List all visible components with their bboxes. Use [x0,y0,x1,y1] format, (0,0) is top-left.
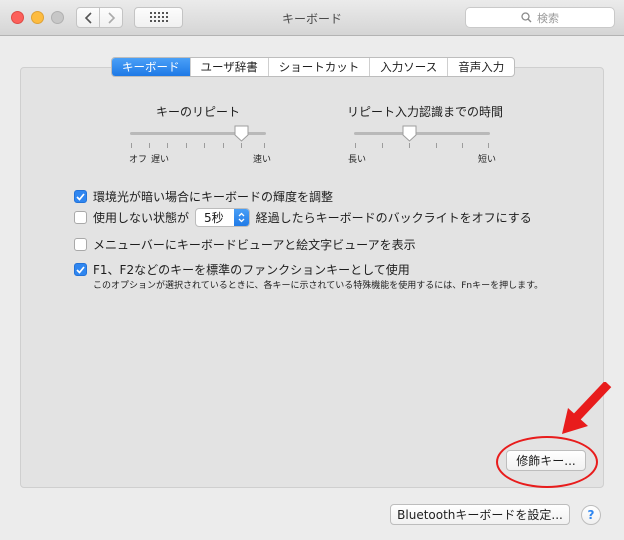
backlight-off-label-before: 使用しない状態が [93,211,190,225]
red-arrow-icon [562,382,612,434]
backlight-off-checkbox[interactable] [74,211,87,224]
key-repeat-fast-label: 速い [253,155,272,165]
highlight-ellipse [496,436,598,488]
show-viewer-option[interactable]: メニューバーにキーボードビューアと絵文字ビューアを表示 [74,236,416,253]
auto-brightness-checkbox[interactable] [74,190,87,203]
tick [462,143,463,148]
fn-keys-note: このオプションが選択されているときに、各キーに示されている特殊機能を使用するには… [93,281,544,291]
tick [186,143,187,148]
bluetooth-setup-button[interactable]: Bluetoothキーボードを設定... [390,504,570,525]
tick [355,143,356,148]
repeat-delay-track[interactable] [354,132,490,135]
backlight-off-option[interactable]: 使用しない状態が 5秒 経過したらキーボードのバックライトをオフにする [74,208,532,227]
tick [204,143,205,148]
tick [167,143,168,148]
auto-brightness-option[interactable]: 環境光が暗い場合にキーボードの輝度を調整 [74,188,333,205]
tab-keyboard[interactable]: キーボード [112,58,190,76]
backlight-off-label-after: 経過したらキーボードのバックライトをオフにする [255,211,532,225]
tick [409,143,410,148]
show-viewer-label: メニューバーにキーボードビューアと絵文字ビューアを表示 [93,238,416,252]
tab-dictation[interactable]: 音声入力 [447,58,514,76]
repeat-delay-knob[interactable] [402,125,417,142]
fn-keys-checkbox[interactable] [74,263,87,276]
checkmark-icon [76,265,85,274]
tick [149,143,150,148]
key-repeat-title: キーのリピート [155,105,240,119]
key-repeat-slow-label: 遅い [151,155,170,165]
search-field[interactable]: 検索 [465,7,615,28]
fn-keys-label: F1、F2などのキーを標準のファンクションキーとして使用 [93,263,410,277]
tab-input-sources[interactable]: 入力ソース [369,58,447,76]
search-placeholder: 検索 [537,11,559,25]
auto-brightness-label: 環境光が暗い場合にキーボードの輝度を調整 [93,190,334,204]
tick [131,143,132,148]
repeat-delay-short-label: 短い [478,155,497,165]
popup-arrows-icon [233,209,249,226]
tab-user-dictionary[interactable]: ユーザ辞書 [189,58,268,76]
tab-shortcuts[interactable]: ショートカット [267,58,370,76]
repeat-delay-long-label: 長い [348,155,367,165]
tick [241,143,242,148]
tick [436,143,437,148]
backlight-timeout-popup[interactable]: 5秒 [195,208,250,227]
tick [223,143,224,148]
checkmark-icon [76,192,85,201]
keyboard-preferences-window: キーボード 検索 キーボード ユーザ辞書 ショートカット 入力ソース 音声入力 … [0,0,624,540]
tick [264,143,265,148]
fn-keys-option[interactable]: F1、F2などのキーを標準のファンクションキーとして使用 [74,261,410,278]
key-repeat-knob[interactable] [234,125,249,142]
backlight-timeout-value: 5秒 [204,211,224,225]
tick [488,143,489,148]
tab-bar: キーボード ユーザ辞書 ショートカット 入力ソース 音声入力 [111,57,516,77]
show-viewer-checkbox[interactable] [74,238,87,251]
tick [382,143,383,148]
key-repeat-off-label: オフ [129,155,148,165]
title-bar: キーボード 検索 [0,0,624,36]
repeat-delay-title: リピート入力認識までの時間 [346,105,503,119]
search-icon [521,12,532,23]
help-button[interactable]: ? [581,505,601,525]
